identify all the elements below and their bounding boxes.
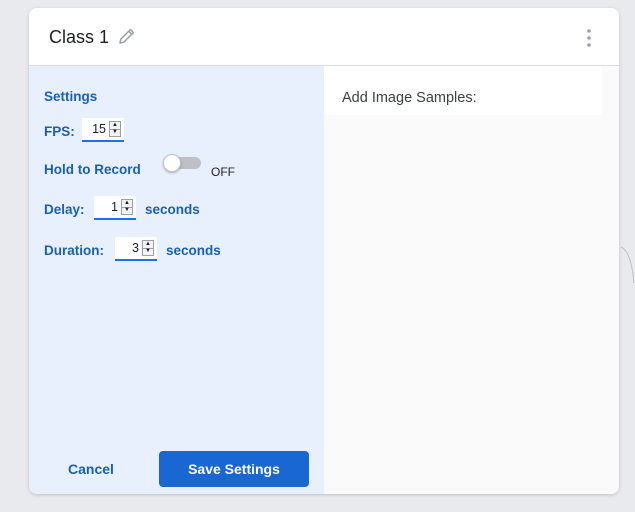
- save-settings-button[interactable]: Save Settings: [159, 451, 309, 487]
- fps-input[interactable]: 15 ▲ ▼: [82, 118, 124, 142]
- duration-input[interactable]: 3 ▲ ▼: [115, 237, 157, 261]
- toggle-state-text: OFF: [211, 165, 235, 179]
- delay-label: Delay:: [44, 202, 85, 217]
- decrement-icon[interactable]: ▼: [143, 248, 153, 255]
- hold-to-record-label: Hold to Record: [44, 162, 141, 177]
- settings-panel: Settings FPS: 15 ▲ ▼ Hold to Record OFF …: [29, 66, 324, 494]
- duration-value: 3: [132, 241, 139, 255]
- decrement-icon[interactable]: ▼: [122, 207, 132, 214]
- more-vert-icon[interactable]: [581, 27, 597, 49]
- class-title[interactable]: Class 1: [49, 27, 109, 48]
- card-header: Class 1: [29, 8, 619, 66]
- class-card: Class 1 Settings FPS: 15 ▲ ▼ Hold to Rec: [29, 8, 619, 494]
- samples-header: Add Image Samples:: [324, 66, 602, 115]
- fps-label: FPS:: [44, 124, 75, 139]
- fps-spinner[interactable]: ▲ ▼: [109, 121, 121, 137]
- hold-to-record-toggle[interactable]: [163, 154, 201, 172]
- toggle-knob: [163, 154, 181, 172]
- duration-label: Duration:: [44, 243, 104, 258]
- duration-unit: seconds: [166, 243, 221, 258]
- settings-heading: Settings: [44, 89, 98, 104]
- delay-value: 1: [111, 200, 118, 214]
- delay-unit: seconds: [145, 202, 200, 217]
- fps-value: 15: [92, 122, 106, 136]
- delay-spinner[interactable]: ▲ ▼: [121, 199, 133, 215]
- image-samples-panel: Add Image Samples:: [324, 66, 619, 494]
- pencil-icon[interactable]: [117, 26, 137, 46]
- delay-input[interactable]: 1 ▲ ▼: [94, 196, 136, 220]
- connector-line: [621, 246, 635, 284]
- add-image-samples-label: Add Image Samples:: [342, 90, 477, 106]
- cancel-button[interactable]: Cancel: [51, 451, 131, 487]
- decrement-icon[interactable]: ▼: [110, 129, 120, 136]
- duration-spinner[interactable]: ▲ ▼: [142, 240, 154, 256]
